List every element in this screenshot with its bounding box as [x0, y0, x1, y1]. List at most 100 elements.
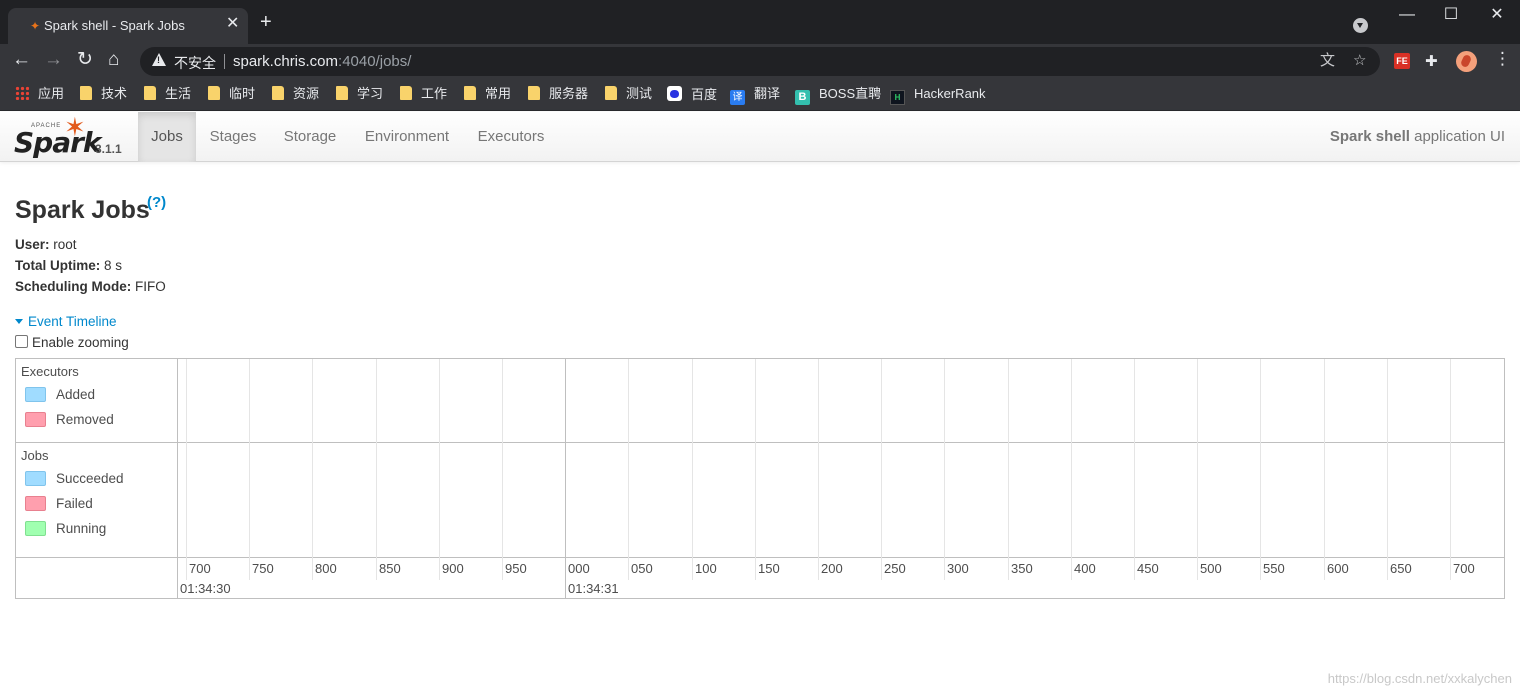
timeline-gridline [502, 359, 503, 580]
enable-zooming-checkbox[interactable] [15, 335, 28, 348]
bookmark-folder[interactable]: 工作 [400, 86, 447, 104]
legend-swatch [25, 412, 46, 427]
bookmark-folder[interactable]: 生活 [144, 86, 191, 104]
timeline-gridline [628, 359, 629, 580]
back-icon[interactable]: ← [12, 50, 31, 70]
jobs-group-title: Jobs [21, 448, 49, 463]
bookmark-folder[interactable]: 学习 [336, 86, 383, 104]
spark-version: 3.1.1 [95, 142, 122, 156]
new-tab-button[interactable]: + [260, 12, 272, 32]
legend-swatch [25, 387, 46, 402]
legend-added: Added [25, 387, 95, 402]
timeline-tick-label: 900 [442, 561, 464, 576]
minimize-button[interactable]: — [1392, 6, 1422, 24]
timeline-tick-label: 550 [1263, 561, 1285, 576]
tab-jobs[interactable]: Jobs [138, 112, 196, 162]
not-secure-warning-icon[interactable] [152, 53, 166, 66]
timeline-gridline [692, 359, 693, 580]
timeline-gridline [565, 359, 566, 598]
tab-close-icon[interactable]: ✕ [226, 16, 239, 32]
folder-icon [464, 86, 476, 100]
timeline-gridline [1071, 359, 1072, 580]
bookmarks-bar: 应用 技术 生活 临时 资源 学习 工作 常用 服务器 测试 百度 译翻译 BB… [0, 78, 1520, 111]
info-uptime: Total Uptime: 8 s [15, 258, 123, 273]
timeline-gridline [1387, 359, 1388, 580]
close-window-button[interactable]: ✕ [1482, 6, 1512, 24]
avatar[interactable] [1456, 51, 1477, 72]
timeline-tick-label: 950 [505, 561, 527, 576]
watermark: https://blog.csdn.net/xxkalychen [1327, 671, 1512, 686]
reload-icon[interactable]: ↻ [77, 50, 93, 70]
folder-icon [80, 86, 92, 100]
home-icon[interactable]: ⌂ [108, 50, 119, 70]
bookmark-folder[interactable]: 资源 [272, 86, 319, 104]
bookmark-boss[interactable]: B BOSS直聘 [795, 86, 881, 105]
bookmark-hackerrank[interactable]: H HackerRank [890, 86, 986, 105]
timeline-tick-label: 800 [315, 561, 337, 576]
timeline-tick-label: 500 [1200, 561, 1222, 576]
timeline-grid[interactable]: 700 01:34:30 750 800 850 900 950 000 01:34:31 050… [178, 359, 1504, 598]
folder-icon [400, 86, 412, 100]
hackerrank-icon: H [890, 90, 905, 105]
timeline-gridline [818, 359, 819, 580]
timeline-major-label: 01:34:31 [568, 581, 619, 596]
tab-search-icon[interactable] [1353, 18, 1368, 33]
timeline-tick-label: 250 [884, 561, 906, 576]
timeline-tick-label: 200 [821, 561, 843, 576]
translate-icon[interactable]: 文 [1320, 53, 1335, 69]
not-secure-label[interactable]: 不安全 [174, 53, 216, 73]
timeline-gridline [881, 359, 882, 580]
timeline-tick-label: 600 [1327, 561, 1349, 576]
executors-group-title: Executors [21, 364, 79, 379]
bookmark-folder[interactable]: 常用 [464, 86, 511, 104]
browser-toolbar: ← → ↻ ⌂ 不安全 spark.chris.com:4040/jobs/ 文… [0, 44, 1520, 78]
folder-icon [528, 86, 540, 100]
spark-logo[interactable]: APACHE Spark ✶ 3.1.1 [14, 114, 134, 160]
url-text[interactable]: spark.chris.com:4040/jobs/ [233, 53, 411, 70]
address-bar[interactable]: 不安全 spark.chris.com:4040/jobs/ 文 ☆ [140, 47, 1380, 76]
legend-swatch [25, 496, 46, 511]
kebab-menu-icon[interactable]: ⋮ [1494, 50, 1511, 68]
timeline-gridline [1008, 359, 1009, 580]
timeline-tick-label: 350 [1011, 561, 1033, 576]
legend-running: Running [25, 521, 106, 536]
help-link[interactable]: (?) [147, 194, 166, 211]
puzzle-icon[interactable]: ✚ [1425, 52, 1438, 70]
tab-executors[interactable]: Executors [466, 112, 556, 162]
bookmark-folder[interactable]: 服务器 [528, 86, 588, 104]
timeline-gridline [312, 359, 313, 580]
tab-storage[interactable]: Storage [272, 112, 348, 162]
tab-environment[interactable]: Environment [352, 112, 462, 162]
extension-fe-icon[interactable]: FE [1394, 53, 1410, 69]
event-timeline[interactable]: Executors Added Removed Jobs Succeeded F… [15, 358, 1505, 599]
bookmark-folder[interactable]: 测试 [605, 86, 652, 104]
timeline-tick-label: 700 [189, 561, 211, 576]
timeline-gridline [186, 359, 187, 580]
legend-swatch [25, 471, 46, 486]
tab-title: Spark shell - Spark Jobs [44, 18, 185, 33]
star-icon[interactable]: ☆ [1353, 53, 1366, 69]
bookmark-folder[interactable]: 技术 [80, 86, 127, 104]
folder-icon [208, 86, 220, 100]
timeline-major-label: 01:34:30 [180, 581, 231, 596]
app-ui-title: Spark shell application UI [1329, 128, 1505, 145]
translate-site-icon: 译 [730, 90, 745, 105]
forward-icon[interactable]: → [44, 50, 63, 70]
timeline-tick-label: 450 [1137, 561, 1159, 576]
folder-icon [605, 86, 617, 100]
tab-stages[interactable]: Stages [198, 112, 268, 162]
legend-failed: Failed [25, 496, 93, 511]
browser-tab[interactable]: ✦ Spark shell - Spark Jobs ✕ [8, 8, 248, 44]
event-timeline-toggle[interactable]: Event Timeline [15, 314, 117, 329]
timeline-tick-label: 000 [568, 561, 590, 576]
bookmark-apps[interactable]: 应用 [15, 86, 64, 104]
baidu-icon [667, 86, 682, 101]
maximize-button[interactable]: ☐ [1436, 6, 1466, 24]
bookmark-translate[interactable]: 译翻译 [730, 86, 780, 105]
bookmark-folder[interactable]: 临时 [208, 86, 255, 104]
enable-zooming-row[interactable]: Enable zooming [15, 335, 129, 350]
timeline-legend: Executors Added Removed Jobs Succeeded F… [16, 359, 178, 598]
bookmark-baidu[interactable]: 百度 [667, 86, 717, 104]
timeline-tick-label: 100 [695, 561, 717, 576]
timeline-tick-label: 700 [1453, 561, 1475, 576]
